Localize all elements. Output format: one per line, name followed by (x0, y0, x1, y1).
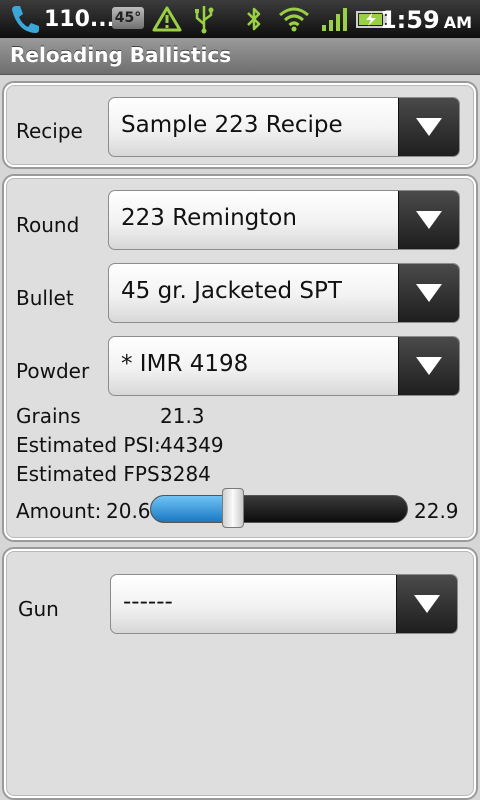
warning-icon (152, 0, 182, 38)
bullet-value: 45 gr. Jacketed SPT (121, 278, 342, 304)
amount-label: Amount: (16, 499, 102, 523)
amount-max: 22.9 (414, 499, 459, 523)
chevron-down-icon[interactable] (398, 337, 459, 395)
round-label: Round (16, 213, 80, 237)
chevron-down-icon[interactable] (396, 575, 457, 633)
fps-label: Estimated FPS: (16, 462, 167, 486)
phone-icon (8, 0, 44, 38)
app-title: Reloading Ballistics (10, 43, 232, 67)
chevron-down-icon[interactable] (398, 264, 459, 322)
powder-spinner[interactable]: * IMR 4198 (108, 336, 460, 396)
powder-label: Powder (16, 359, 90, 383)
usb-icon (193, 0, 215, 38)
signal-bars-icon (320, 0, 350, 38)
recipe-value: Sample 223 Recipe (121, 112, 343, 138)
recipe-label: Recipe (16, 119, 83, 143)
signal-text: 110... (44, 6, 115, 32)
gun-panel: Gun ------ (4, 549, 476, 798)
clock: 1:59 AM (380, 0, 472, 38)
round-spinner[interactable]: 223 Remington (108, 190, 460, 250)
grains-value: 21.3 (160, 404, 205, 428)
gun-spinner[interactable]: ------ (110, 574, 458, 634)
grains-label: Grains (16, 404, 81, 428)
temperature-badge: 45° (112, 7, 144, 29)
clock-time: 1:59 (379, 6, 440, 34)
gun-label: Gun (18, 597, 59, 621)
load-panel: Round 223 Remington Bullet 45 gr. Jacket… (4, 176, 476, 540)
fps-value: 3284 (160, 462, 211, 486)
amount-slider[interactable] (150, 495, 408, 523)
chevron-down-icon[interactable] (398, 98, 459, 156)
recipe-spinner[interactable]: Sample 223 Recipe (108, 97, 460, 157)
round-value: 223 Remington (121, 205, 297, 231)
recipe-panel: Recipe Sample 223 Recipe (4, 83, 476, 167)
bluetooth-icon (244, 0, 264, 38)
amount-slider-thumb[interactable] (222, 488, 244, 528)
clock-ampm: AM (443, 13, 472, 32)
bullet-label: Bullet (16, 286, 74, 310)
psi-label: Estimated PSI: (16, 433, 161, 457)
main-content: Recipe Sample 223 Recipe Round 223 Remin… (0, 75, 480, 800)
psi-value: 44349 (160, 433, 224, 457)
wifi-icon (277, 0, 311, 38)
chevron-down-icon[interactable] (398, 191, 459, 249)
gun-value: ------ (123, 589, 173, 615)
amount-min: 20.6 (106, 499, 151, 523)
app-title-bar: Reloading Ballistics (0, 38, 480, 75)
status-bar: 110... 45° 1:59 AM (0, 0, 480, 38)
bullet-spinner[interactable]: 45 gr. Jacketed SPT (108, 263, 460, 323)
powder-value: * IMR 4198 (121, 351, 249, 377)
